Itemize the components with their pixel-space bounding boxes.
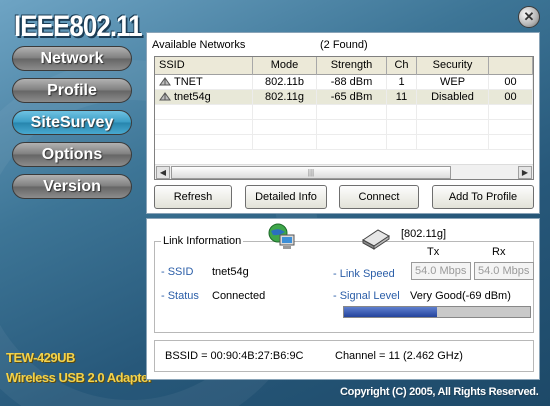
cell-security: Disabled	[417, 90, 489, 105]
cell-strength: -88 dBm	[317, 75, 387, 90]
table-header: SSID Mode Strength Ch Security	[155, 57, 533, 75]
table-row[interactable]: TNET 802.11b -88 dBm 1 WEP 00	[155, 75, 533, 90]
nav-options-button[interactable]: Options	[12, 142, 132, 167]
table-row-empty	[155, 105, 533, 120]
link-info-panel: Link Information [802.11g] - SSID tnet54…	[146, 218, 540, 380]
detailed-info-button[interactable]: Detailed Info	[245, 185, 327, 209]
rx-speed-field: 54.0 Mbps	[474, 262, 534, 280]
column-header-ssid[interactable]: SSID	[155, 57, 253, 75]
sidebar-nav: Network Profile SiteSurvey Options Versi…	[12, 46, 132, 206]
rx-label: Rx	[492, 246, 506, 258]
link-info-title: Link Information	[161, 235, 244, 247]
product-description: Wireless USB 2.0 Adapter	[6, 370, 153, 385]
status-label: - Status	[161, 290, 199, 302]
nav-sitesurvey-button[interactable]: SiteSurvey	[12, 110, 132, 135]
column-header-security[interactable]: Security	[417, 57, 489, 75]
site-survey-panel: Available Networks (2 Found) SSID Mode S…	[146, 32, 540, 214]
column-header-channel[interactable]: Ch	[387, 57, 417, 75]
horizontal-scrollbar[interactable]: ◀ ||| ▶	[155, 164, 533, 179]
link-speed-label: - Link Speed	[333, 268, 395, 280]
brand-title: IEEE802.11	[14, 10, 143, 43]
signal-level-bar	[343, 306, 531, 318]
nav-version-button[interactable]: Version	[12, 174, 132, 199]
row-network-icon	[159, 92, 171, 101]
cell-extra: 00	[489, 90, 533, 105]
network-globe-icon	[268, 223, 295, 249]
cell-ssid: TNET	[155, 75, 253, 90]
nav-network-button[interactable]: Network	[12, 46, 132, 71]
product-model: TEW-429UB	[6, 350, 75, 365]
ssid-text: tnet54g	[174, 91, 211, 103]
close-icon[interactable]: ✕	[518, 6, 540, 28]
cell-mode: 802.11g	[253, 90, 317, 105]
signal-level-value: Very Good(-69 dBm)	[410, 290, 511, 302]
table-row-selected[interactable]: tnet54g 802.11g -65 dBm 11 Disabled 00	[155, 90, 533, 105]
column-header-strength[interactable]: Strength	[317, 57, 387, 75]
add-to-profile-button[interactable]: Add To Profile	[432, 185, 534, 209]
channel-text: Channel = 11 (2.462 GHz)	[335, 350, 463, 362]
link-info-group: Link Information [802.11g] - SSID tnet54…	[154, 223, 534, 333]
nav-profile-button[interactable]: Profile	[12, 78, 132, 103]
scroll-thumb[interactable]: |||	[171, 166, 451, 179]
row-network-icon	[159, 77, 171, 86]
available-networks-label: Available Networks	[152, 39, 246, 51]
product-label: TEW-429UB Wireless USB 2.0 Adapter	[6, 348, 153, 388]
cell-channel: 1	[387, 75, 417, 90]
bssid-info-box: BSSID = 00:90:4B:27:B6:9C Channel = 11 (…	[154, 340, 534, 372]
table-row-empty	[155, 135, 533, 150]
copyright-text: Copyright (C) 2005, All Rights Reserved.	[340, 386, 539, 398]
status-value: Connected	[212, 290, 266, 302]
cell-security: WEP	[417, 75, 489, 90]
signal-level-fill	[344, 307, 437, 317]
ssid-value: tnet54g	[212, 266, 249, 278]
signal-level-label: - Signal Level	[333, 290, 400, 302]
cell-channel: 11	[387, 90, 417, 105]
mode-label: [802.11g]	[401, 228, 447, 240]
refresh-button[interactable]: Refresh	[154, 185, 232, 209]
column-header-mode[interactable]: Mode	[253, 57, 317, 75]
table-row-empty	[155, 120, 533, 135]
cell-strength: -65 dBm	[317, 90, 387, 105]
scroll-right-icon[interactable]: ▶	[518, 166, 532, 179]
tx-speed-field: 54.0 Mbps	[411, 262, 471, 280]
cell-ssid: tnet54g	[155, 90, 253, 105]
connect-button[interactable]: Connect	[339, 185, 419, 209]
scroll-left-icon[interactable]: ◀	[156, 166, 170, 179]
ssid-text: TNET	[174, 76, 203, 88]
app-window: IEEE802.11 ✕ Network Profile SiteSurvey …	[0, 0, 550, 406]
wireless-adapter-icon	[362, 229, 390, 250]
cell-extra: 00	[489, 75, 533, 90]
bssid-text: BSSID = 00:90:4B:27:B6:9C	[165, 350, 304, 362]
ssid-label: - SSID	[161, 266, 194, 278]
found-count: (2 Found)	[320, 39, 368, 51]
tx-label: Tx	[427, 246, 440, 258]
networks-table: SSID Mode Strength Ch Security TNET 802.…	[154, 56, 534, 180]
cell-mode: 802.11b	[253, 75, 317, 90]
column-header-extra[interactable]	[489, 57, 533, 75]
